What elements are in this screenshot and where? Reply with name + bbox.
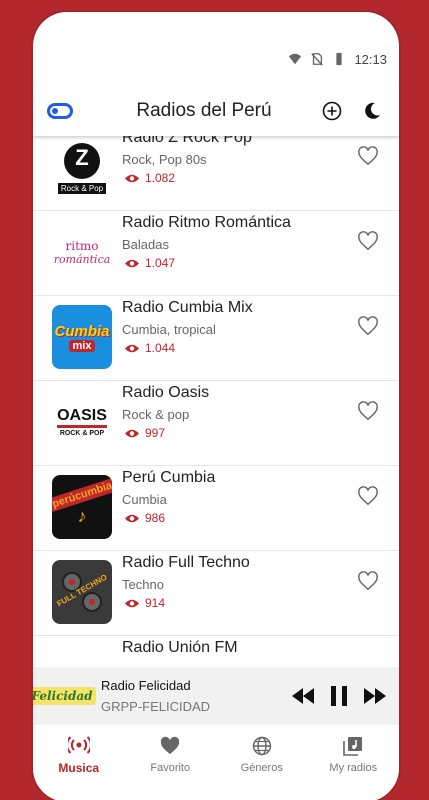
player-info: Radio Felicidad GRPP-FELICIDAD [91, 678, 291, 714]
station-views: 1.044 [124, 341, 175, 355]
station-logo: ritmo romántica [52, 220, 112, 284]
no-sim-icon [311, 53, 324, 66]
player-controls [291, 685, 387, 707]
mini-player[interactable]: Felicidad Radio Felicidad GRPP-FELICIDAD [33, 667, 399, 725]
add-radio-button[interactable] [319, 98, 345, 124]
station-logo: OASIS ROCK & POP [52, 390, 112, 454]
station-genre: Baladas [122, 237, 169, 252]
station-name: Radio Z Rock Pop [122, 136, 252, 146]
status-bar: 12:13 [33, 42, 399, 76]
station-genre: Rock, Pop 80s [122, 152, 207, 167]
station-views: 1.047 [124, 256, 175, 270]
favorite-heart-icon[interactable] [357, 401, 379, 421]
list-item[interactable]: perúcumbia ♪ Perú Cumbia Cumbia 986 [33, 466, 399, 551]
station-views: 986 [124, 511, 165, 525]
nav-label: Géneros [240, 762, 283, 774]
eye-icon [125, 174, 139, 182]
pause-icon[interactable] [329, 685, 349, 707]
station-genre: Cumbia, tropical [122, 322, 216, 337]
station-genre: Rock & pop [122, 407, 190, 422]
eye-icon [125, 344, 139, 352]
player-station-logo: Felicidad [33, 667, 96, 725]
nav-label: Musica [58, 761, 100, 775]
moon-icon [365, 102, 380, 119]
toggle-icon [47, 103, 73, 119]
next-icon[interactable] [363, 687, 387, 705]
nav-label: My radios [329, 762, 378, 774]
eye-icon [125, 429, 139, 437]
list-item[interactable]: OASIS ROCK & POP Radio Oasis Rock & pop … [33, 381, 399, 466]
nav-label: Favorito [150, 762, 191, 774]
station-name: Radio Oasis [122, 384, 210, 401]
nav-tab-musica[interactable]: Musica [36, 735, 121, 775]
station-list: Z Rock & Pop Radio Z Rock Pop Rock, Pop … [33, 136, 399, 666]
dark-mode-button[interactable] [359, 98, 385, 124]
status-time: 12:13 [354, 51, 387, 67]
station-name: Radio Cumbia Mix [122, 299, 253, 316]
favorite-heart-icon[interactable] [357, 316, 379, 336]
eye-icon [125, 259, 139, 267]
bottom-navigation: Musica Favorito Géneros My radios [33, 725, 399, 785]
favorite-heart-icon[interactable] [357, 231, 379, 251]
heart-icon [161, 736, 180, 755]
station-logo: FULL TECHNO [52, 560, 112, 624]
station-views: 997 [124, 426, 165, 440]
station-logo: Cumbia mix [52, 305, 112, 369]
station-logo: perúcumbia ♪ [52, 475, 112, 539]
list-item[interactable]: Radio Unión FM [33, 636, 399, 666]
radio-icon [67, 736, 90, 754]
wifi-icon [289, 53, 302, 65]
previous-icon[interactable] [291, 687, 315, 705]
favorite-heart-icon[interactable] [357, 146, 379, 166]
favorite-heart-icon[interactable] [357, 486, 379, 506]
station-name: Radio Full Techno [122, 554, 250, 571]
station-name: Perú Cumbia [122, 469, 216, 486]
station-views: 1.082 [124, 171, 175, 185]
station-genre: Techno [122, 577, 164, 592]
player-subtitle: GRPP-FELICIDAD [101, 699, 211, 714]
globe-icon [252, 736, 271, 756]
station-name: Radio Ritmo Romántica [122, 214, 291, 231]
list-item[interactable]: Z Rock & Pop Radio Z Rock Pop Rock, Pop … [33, 136, 399, 211]
app-bar: Radios del Perú [33, 86, 399, 136]
player-title: Radio Felicidad [101, 678, 191, 693]
station-views: 914 [124, 596, 165, 610]
station-logo: Z Rock & Pop [52, 136, 112, 199]
phone-screen: 12:13 Radios del Perú Z Rock & Pop Radio… [33, 12, 399, 800]
plus-circle-icon [322, 101, 342, 121]
nav-tab-my-radios[interactable]: My radios [311, 736, 396, 774]
music-library-icon [343, 737, 363, 756]
nav-tab-favorito[interactable]: Favorito [128, 736, 213, 774]
eye-icon [125, 514, 139, 522]
eye-icon [125, 599, 139, 607]
station-name: Radio Unión FM [122, 639, 238, 656]
favorite-heart-icon[interactable] [357, 571, 379, 591]
list-item[interactable]: FULL TECHNO Radio Full Techno Techno 914 [33, 551, 399, 636]
station-logo [52, 645, 112, 666]
nav-tab-generos[interactable]: Géneros [219, 736, 304, 774]
music-note-icon: ♪ [77, 505, 87, 526]
station-genre: Cumbia [122, 492, 167, 507]
page-title: Radios del Perú [136, 100, 272, 121]
list-item[interactable]: ritmo romántica Radio Ritmo Romántica Ba… [33, 211, 399, 296]
battery-icon [336, 52, 343, 66]
list-item[interactable]: Cumbia mix Radio Cumbia Mix Cumbia, trop… [33, 296, 399, 381]
theme-toggle-button[interactable] [47, 98, 73, 124]
